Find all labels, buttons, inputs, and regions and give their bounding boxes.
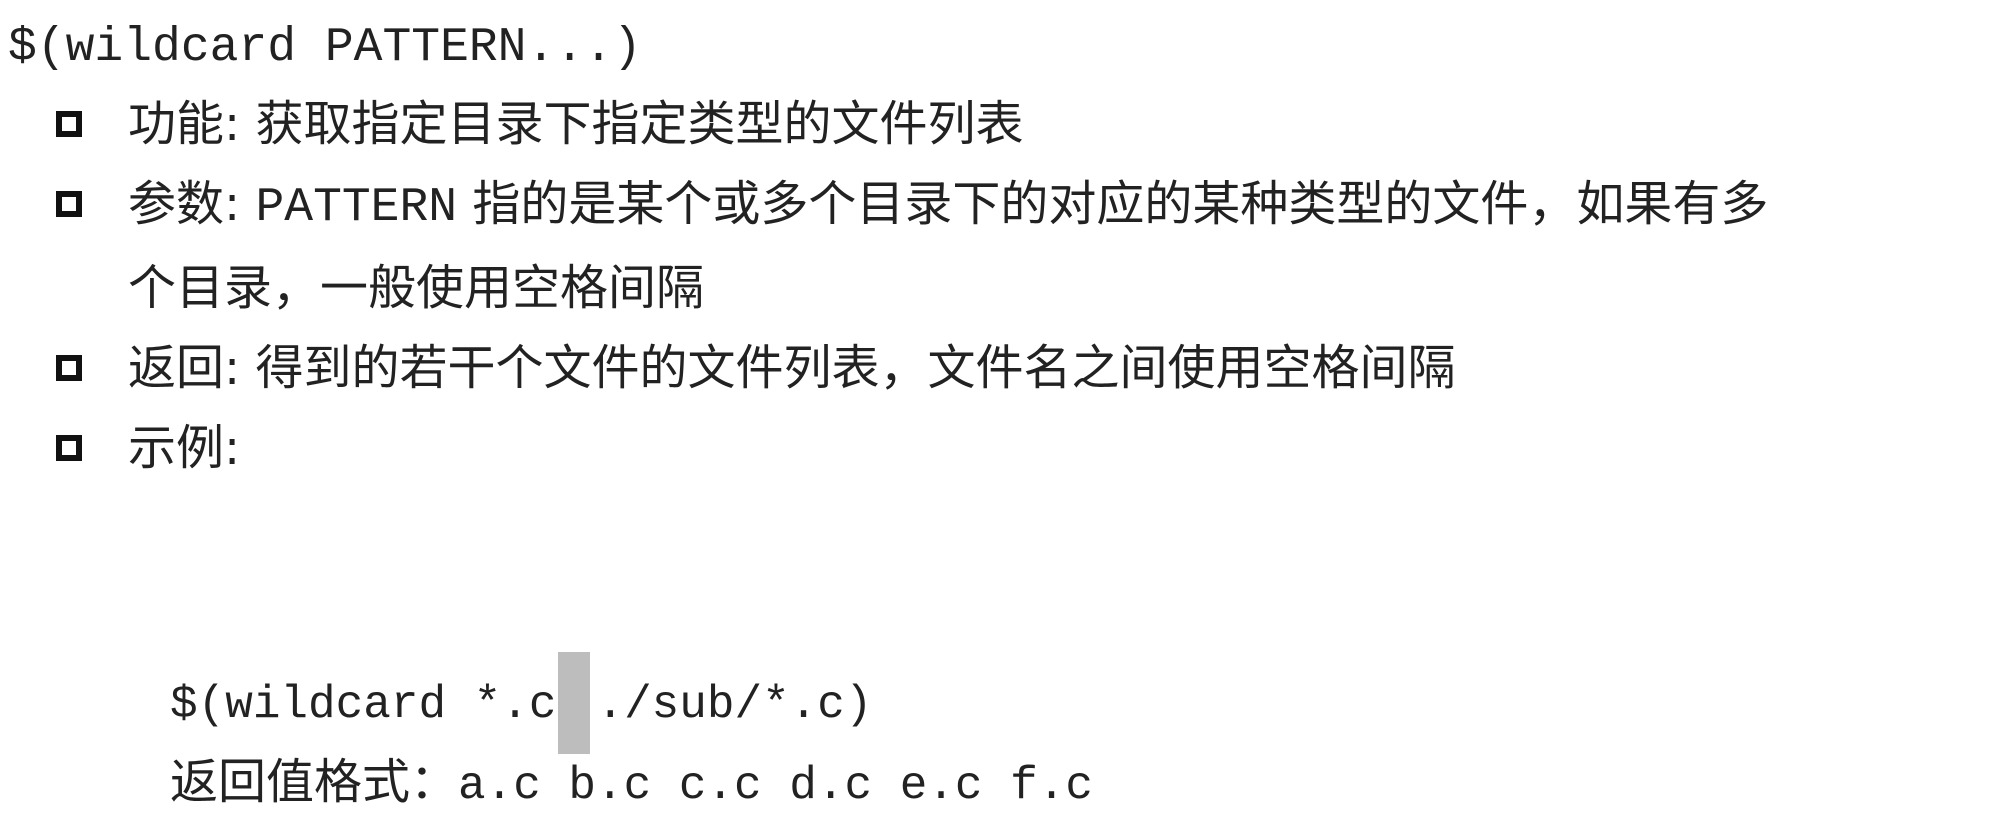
bullet-function-text: 功能: 获取指定目录下指定类型的文件列表	[128, 96, 1023, 152]
bullet-label: 参数	[128, 176, 225, 232]
example-code-line: $(wildcard *.c ./sub/*.c)	[170, 652, 873, 756]
label-separator: :	[224, 96, 241, 152]
bullet-description: 得到的若干个文件的文件列表，文件名之间使用空格间隔	[255, 340, 1456, 396]
bullet-parameter-continuation: 个目录，一般使用空格间隔	[128, 260, 705, 316]
bullet-example-text: 示例:	[128, 420, 240, 476]
text-cursor-block	[558, 652, 591, 754]
checkbox-icon	[56, 435, 82, 461]
bullet-label: 返回	[128, 340, 225, 396]
bullet-return-text: 返回: 得到的若干个文件的文件列表，文件名之间使用空格间隔	[128, 340, 1455, 396]
example-code-part2: ./sub/*.c)	[596, 679, 873, 732]
function-signature: $(wildcard PATTERN...)	[8, 21, 642, 75]
return-format-label: 返回值格式：	[170, 754, 459, 810]
checkbox-icon	[56, 191, 82, 217]
label-separator: :	[224, 176, 241, 232]
bullet-parameter-text: 参数: PATTERN 指的是某个或多个目录下的对应的某种类型的文件，如果有多	[128, 176, 1768, 236]
bullet-label: 功能	[128, 96, 225, 152]
checkbox-icon	[56, 355, 82, 381]
label-separator: :	[224, 340, 241, 396]
label-separator: :	[224, 420, 241, 476]
bullet-description: 指的是某个或多个目录下的对应的某种类型的文件，如果有多	[472, 176, 1769, 232]
bullet-label: 示例	[128, 420, 225, 476]
pattern-keyword: PATTERN	[255, 181, 458, 235]
return-format-value: a.c b.c c.c d.c e.c f.c	[458, 760, 1093, 812]
checkbox-icon	[56, 111, 82, 137]
example-code-part1: $(wildcard *.c	[170, 679, 557, 732]
return-format-line: 返回值格式：a.c b.c c.c d.c e.c f.c	[170, 754, 1093, 814]
bullet-description: 获取指定目录下指定类型的文件列表	[255, 96, 1024, 152]
